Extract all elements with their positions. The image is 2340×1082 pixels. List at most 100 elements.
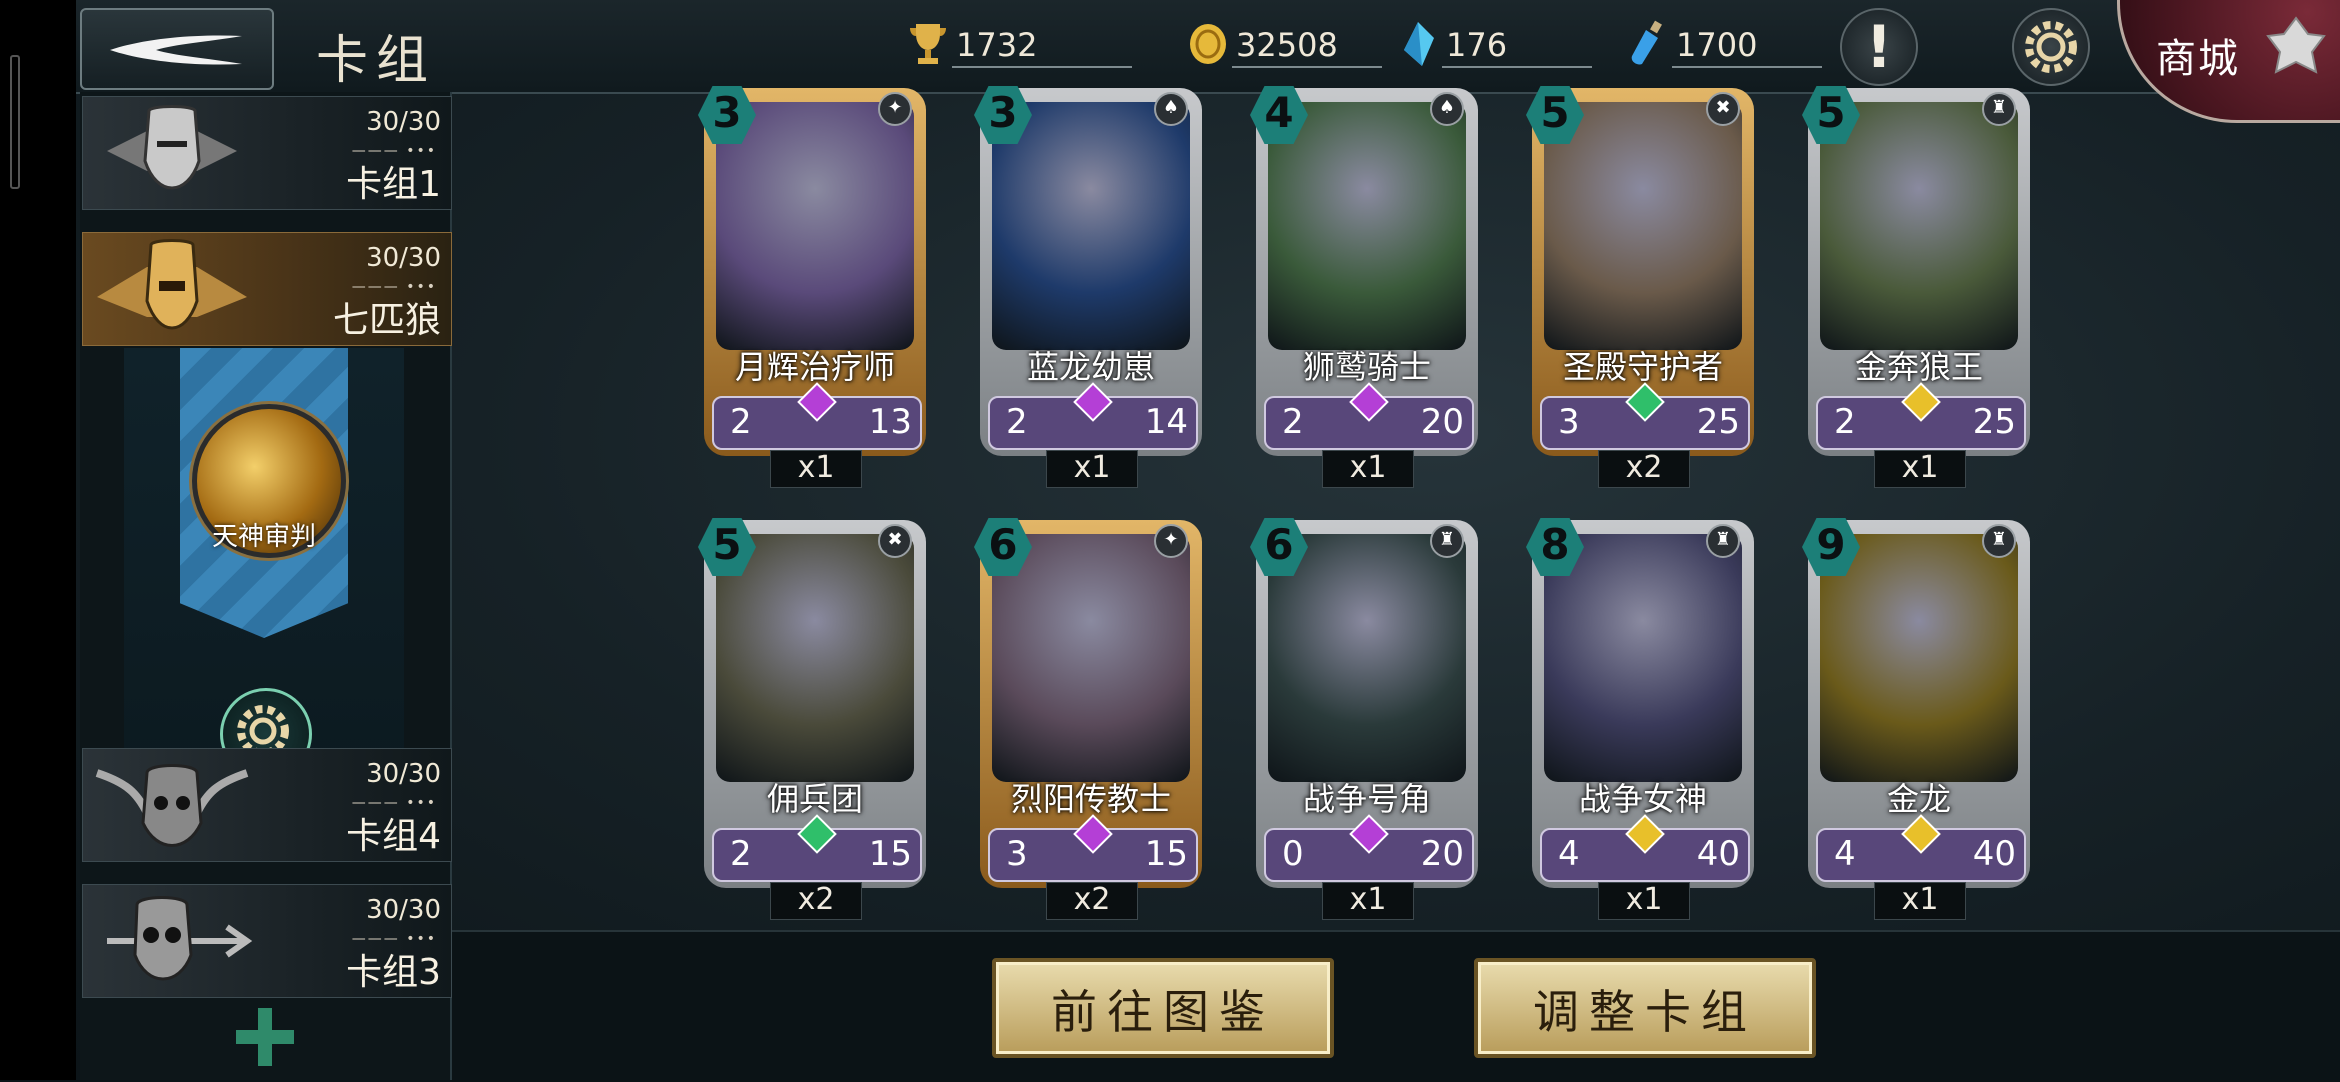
card-name: 佣兵团 [766, 780, 863, 818]
deck-slot-1[interactable]: 30/30 ——— ••• 卡组1 [82, 96, 452, 210]
card-quantity: x1 [1598, 882, 1690, 920]
gear-icon [2025, 21, 2077, 73]
side-indicator [10, 55, 20, 189]
card-health: 20 [1420, 834, 1464, 874]
card-type-icon: ♠ [1154, 92, 1188, 126]
card[interactable]: 3 ♠ 蓝龙幼崽 2 14 x1 [974, 86, 1202, 488]
card-attack: 2 [1834, 402, 1856, 442]
card-health: 14 [1144, 402, 1188, 442]
settings-button[interactable] [2012, 8, 2090, 86]
card-art [1268, 534, 1466, 782]
card-health: 15 [868, 834, 912, 874]
card-attack: 0 [1282, 834, 1304, 874]
card[interactable]: 6 ✦ 烈阳传教士 3 15 x2 [974, 518, 1202, 920]
card-quantity: x2 [1598, 450, 1690, 488]
deck-name: 卡组4 [346, 816, 441, 857]
deck-slot-3[interactable]: 30/30 ——— ••• 卡组4 [82, 748, 452, 862]
card-quantity: x1 [1874, 882, 1966, 920]
crystal-icon [1404, 22, 1434, 66]
hero-name: 天神审判 [211, 522, 316, 552]
card-health: 40 [1972, 834, 2016, 874]
deck-slot-4[interactable]: 30/30 ——— ••• 卡组3 [82, 884, 452, 998]
exclamation-icon: ! [1865, 13, 1893, 81]
card-quantity: x2 [1046, 882, 1138, 920]
card[interactable]: 5 ✖ 佣兵团 2 15 x2 [698, 518, 926, 920]
page-title: 卡组 [316, 31, 437, 91]
card-quantity: x1 [1874, 450, 1966, 488]
skull-arrow-icon [107, 896, 253, 981]
card[interactable]: 9 ♜ 金龙 4 40 x1 [1802, 518, 2030, 920]
card-art [1544, 102, 1742, 350]
potion-value: 1700 [1676, 26, 1758, 64]
card-name: 金龙 [1886, 780, 1951, 818]
stat-underline [1442, 66, 1592, 68]
adjust-deck-button[interactable]: 调整卡组 [1474, 958, 1816, 1058]
deck-name: 卡组3 [346, 952, 441, 993]
card-attack: 3 [1558, 402, 1580, 442]
shop-emblem-icon [2266, 16, 2326, 74]
deck-slot-2[interactable]: 30/30 ——— ••• 七匹狼 [82, 232, 452, 346]
card-quantity: x2 [770, 882, 862, 920]
card-attack: 3 [1006, 834, 1028, 874]
card-health: 13 [868, 402, 912, 442]
card-art [1544, 534, 1742, 782]
deck-count: 30/30 [366, 107, 441, 137]
card-type-icon: ✦ [1154, 524, 1188, 558]
card-quantity: x1 [1322, 450, 1414, 488]
card[interactable]: 3 ✦ 月辉治疗师 2 13 x1 [698, 86, 926, 488]
card-health: 40 [1696, 834, 1740, 874]
card-name: 战争号角 [1302, 780, 1431, 818]
card-health: 25 [1972, 402, 2016, 442]
card-type-icon: ✦ [878, 92, 912, 126]
add-deck-button[interactable] [230, 1002, 300, 1072]
stat-underline [1672, 66, 1822, 68]
demon-skull-icon [95, 764, 249, 847]
stat-underline [952, 66, 1132, 68]
deck-count: 30/30 [366, 759, 441, 789]
card-name: 月辉治疗师 [734, 348, 895, 386]
card-art [716, 534, 914, 782]
gold-value: 32508 [1236, 26, 1338, 64]
card-name: 狮鹫骑士 [1302, 348, 1431, 386]
card-health: 20 [1420, 402, 1464, 442]
crystal-value: 176 [1446, 26, 1508, 64]
top-bar: 卡组 1732 32508 176 1700 ! [76, 0, 2340, 94]
screen-edge [0, 0, 76, 1080]
trophy-value: 1732 [956, 26, 1038, 64]
card-health: 25 [1696, 402, 1740, 442]
card-art [1820, 102, 2018, 350]
adjust-deck-button-label: 调整卡组 [1533, 985, 1757, 1039]
card-art [1820, 534, 2018, 782]
card-quantity: x1 [1046, 450, 1138, 488]
shop-label: 商城 [2156, 36, 2240, 82]
card-quantity: x1 [770, 450, 862, 488]
card-quantity: x1 [1322, 882, 1414, 920]
card-art [992, 534, 1190, 782]
card-attack: 4 [1834, 834, 1856, 874]
card[interactable]: 4 ♠ 狮鹫骑士 2 20 x1 [1250, 86, 1478, 488]
deck-name: 卡组1 [346, 164, 441, 205]
card-type-icon: ♠ [1430, 92, 1464, 126]
card-attack: 4 [1558, 834, 1580, 874]
card-attack: 2 [1006, 402, 1028, 442]
card-type-icon: ♜ [1982, 92, 2016, 126]
stat-underline [1232, 66, 1382, 68]
notice-button[interactable]: ! [1840, 8, 1918, 86]
card-health: 15 [1144, 834, 1188, 874]
card-art [1268, 102, 1466, 350]
card-type-icon: ♜ [1706, 524, 1740, 558]
deck-name: 七匹狼 [332, 300, 441, 341]
bottom-bar [452, 930, 2340, 1082]
codex-button[interactable]: 前往图鉴 [992, 958, 1334, 1058]
golden-helmet-icon [97, 239, 247, 330]
card-name: 金奔狼王 [1854, 348, 1983, 386]
card[interactable]: 8 ♜ 战争女神 4 40 x1 [1526, 518, 1754, 920]
deck-count: 30/30 [366, 895, 441, 925]
codex-button-label: 前往图鉴 [1051, 985, 1275, 1039]
card-attack: 2 [1282, 402, 1304, 442]
gold-coin-icon [1190, 24, 1226, 64]
card[interactable]: 5 ✖ 圣殿守护者 3 25 x2 [1526, 86, 1754, 488]
back-button[interactable] [80, 8, 274, 90]
card[interactable]: 6 ♜ 战争号角 0 20 x1 [1250, 518, 1478, 920]
card[interactable]: 5 ♜ 金奔狼王 2 25 x1 [1802, 86, 2030, 488]
